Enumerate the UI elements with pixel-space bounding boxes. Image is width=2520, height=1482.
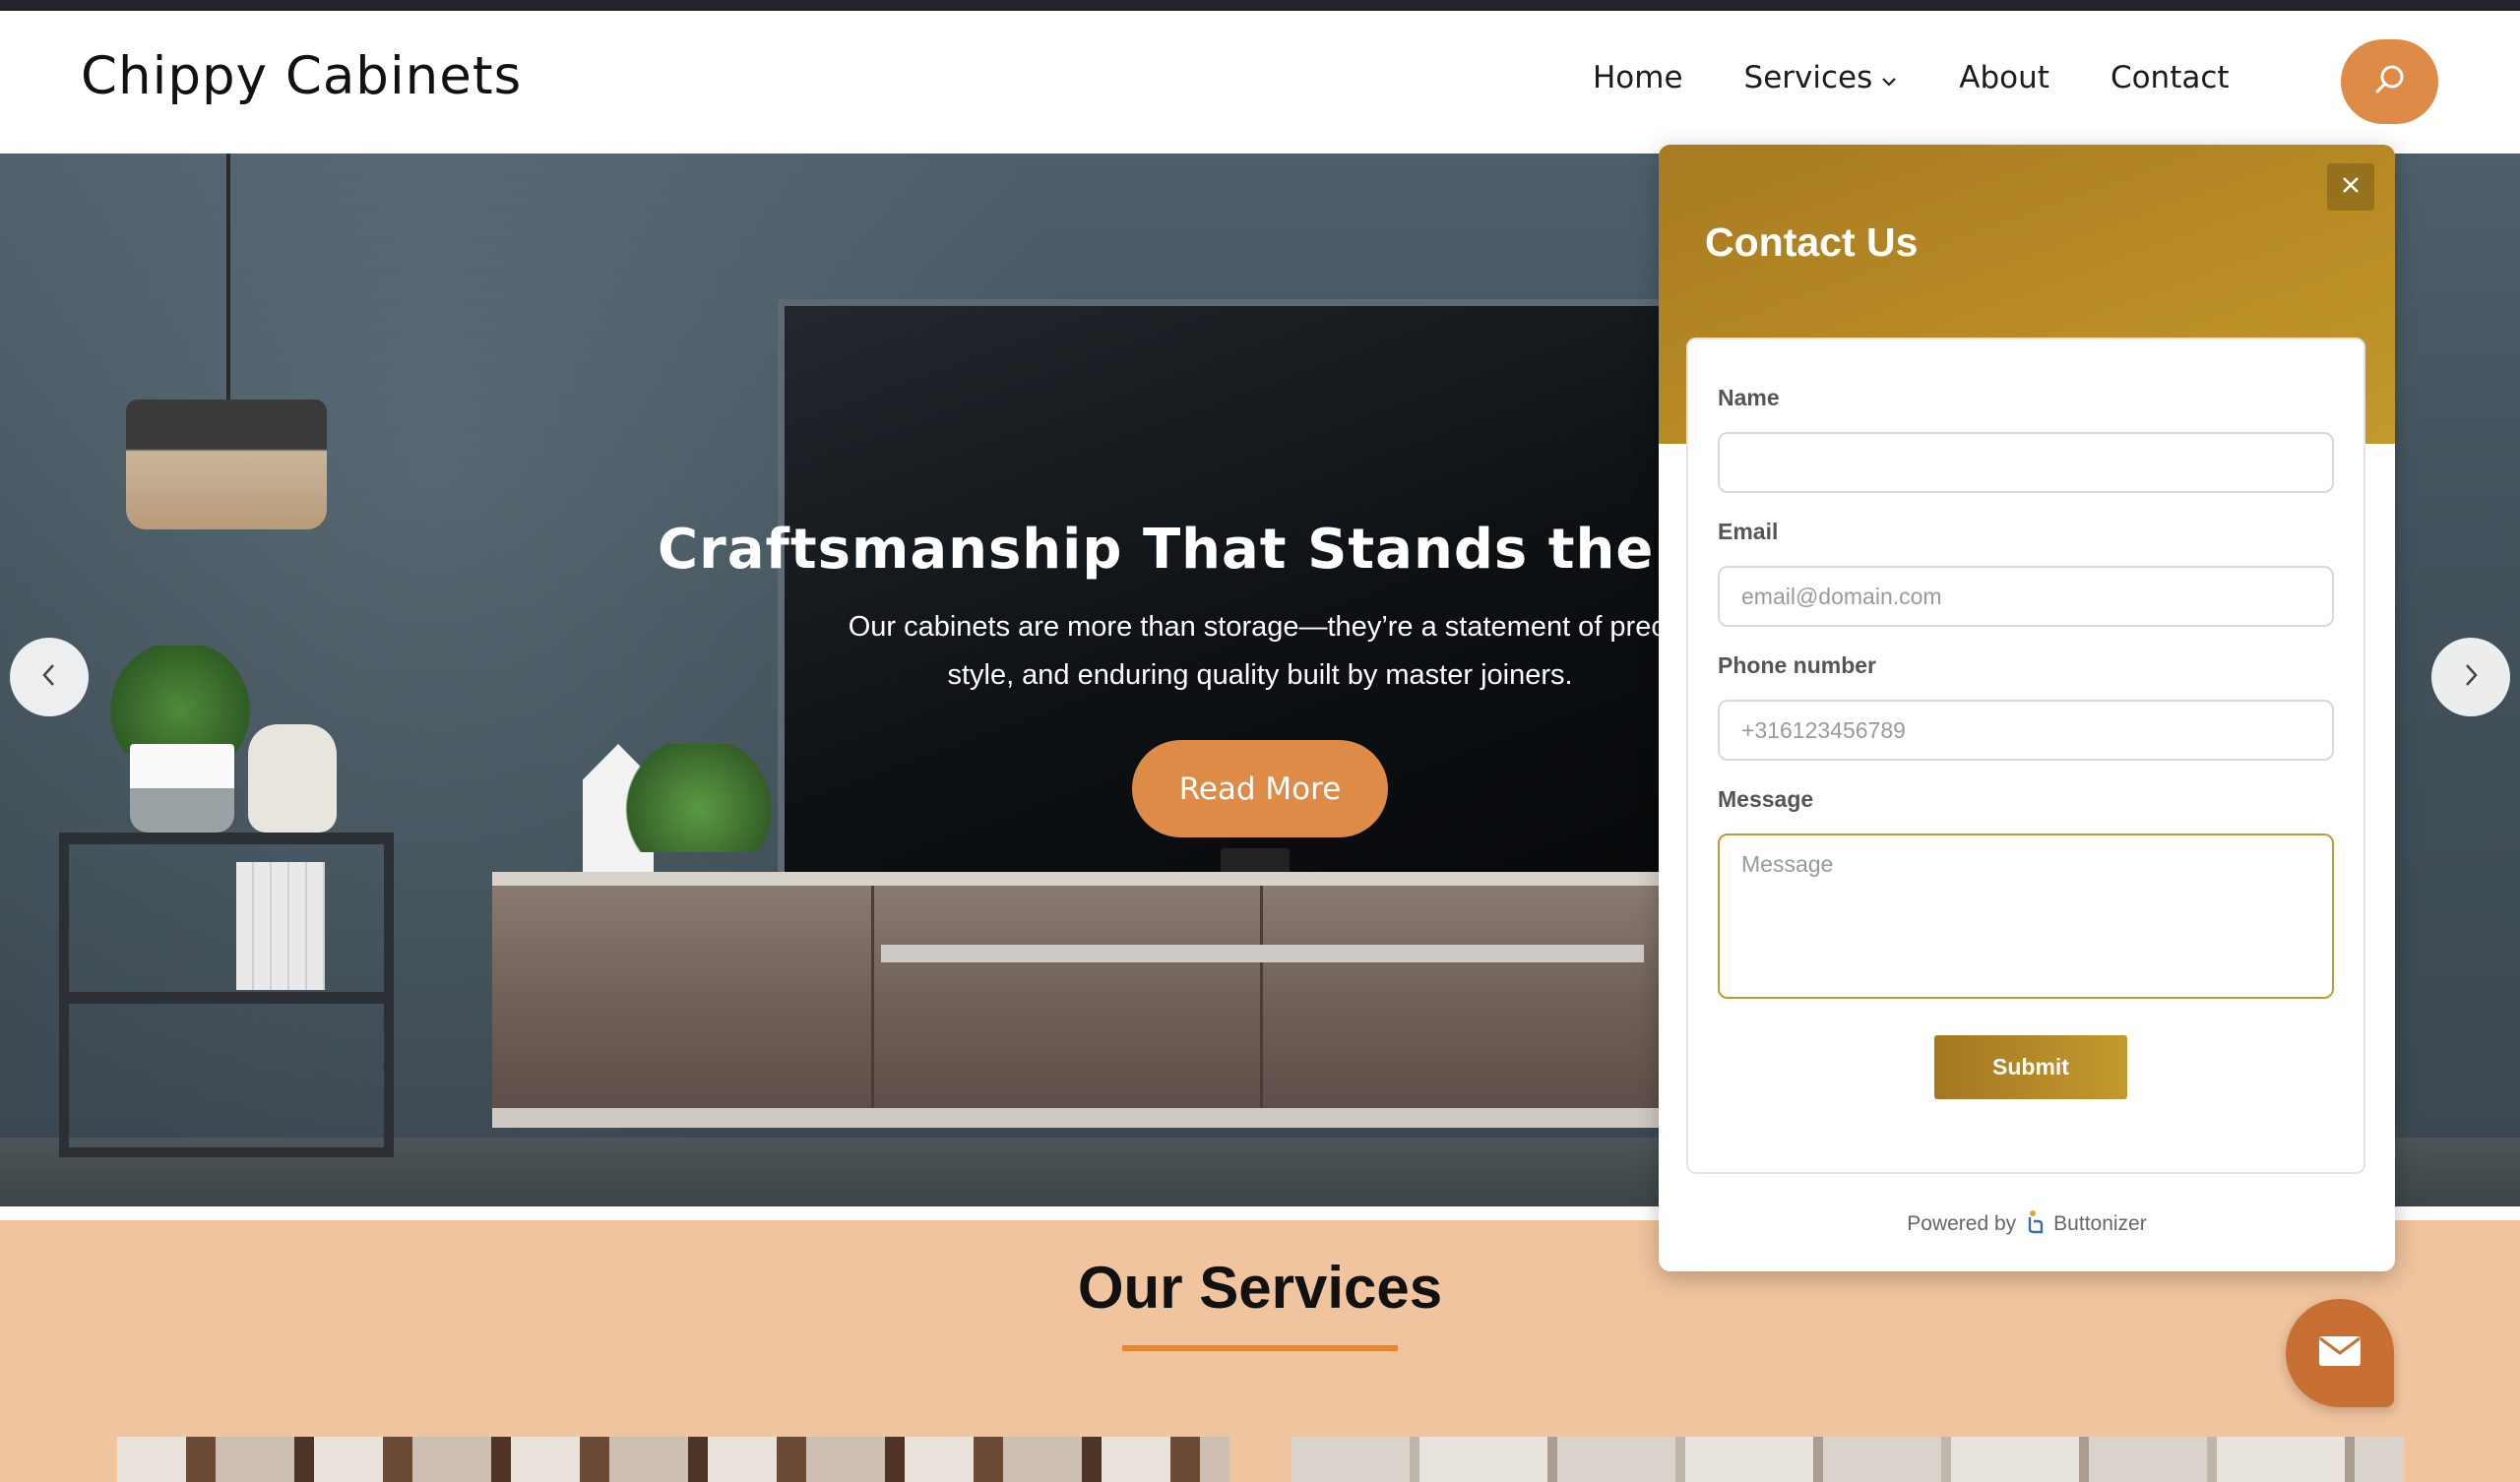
site-header: Chippy Cabinets Home Services About Cont… xyxy=(0,11,2520,154)
envelope-icon xyxy=(2318,1335,2362,1372)
title-underline xyxy=(1122,1345,1398,1351)
nav-item-about[interactable]: About xyxy=(1959,60,2049,95)
close-button[interactable] xyxy=(2327,163,2374,211)
nav-item-label: Home xyxy=(1593,60,1683,95)
email-label: Email xyxy=(1718,519,1779,544)
message-field[interactable] xyxy=(1718,834,2334,999)
email-field[interactable] xyxy=(1718,566,2334,627)
top-bar xyxy=(0,0,2520,11)
name-label: Name xyxy=(1718,385,1780,410)
powered-by-text: Powered by xyxy=(1907,1212,2017,1235)
cabinet-base xyxy=(492,1108,1772,1128)
service-image[interactable] xyxy=(117,1437,1229,1482)
chevron-right-icon xyxy=(2461,661,2481,694)
hero-title: Craftsmanship That Stands the Test xyxy=(658,518,1805,582)
nav-item-services[interactable]: Services xyxy=(1744,60,1899,95)
service-image[interactable] xyxy=(1292,1437,2404,1482)
site-logo[interactable]: Chippy Cabinets xyxy=(81,46,522,106)
tv-stand xyxy=(1221,848,1290,872)
powered-by[interactable]: Powered by Buttonizer xyxy=(1659,1207,2395,1241)
message-label: Message xyxy=(1718,786,1814,812)
nav-item-contact[interactable]: Contact xyxy=(2110,60,2230,95)
phone-field[interactable] xyxy=(1718,700,2334,761)
vase xyxy=(248,724,337,833)
contact-form: Name Email Phone number Message Submit xyxy=(1686,338,2365,1174)
close-icon xyxy=(2340,174,2362,201)
nav-item-label: Contact xyxy=(2110,60,2230,95)
page: Chippy Cabinets Home Services About Cont… xyxy=(0,0,2520,1482)
main-nav: Home Services About Contact xyxy=(1593,60,2291,95)
cabinet-divider xyxy=(871,886,874,1113)
nav-item-home[interactable]: Home xyxy=(1593,60,1683,95)
slider-next-button[interactable] xyxy=(2431,638,2510,716)
hero-subtitle: Our cabinets are more than storage—they’… xyxy=(848,611,1672,691)
popup-title: Contact Us xyxy=(1705,219,1919,265)
chevron-down-icon xyxy=(1880,60,1898,95)
nav-item-label: Services xyxy=(1743,60,1873,95)
shelf-divider xyxy=(59,992,394,1004)
submit-button[interactable]: Submit xyxy=(1934,1035,2127,1099)
pendant-lamp xyxy=(126,400,327,529)
search-button[interactable] xyxy=(2341,39,2438,124)
chevron-left-icon xyxy=(39,661,59,694)
search-icon xyxy=(2373,63,2407,101)
lamp-cord xyxy=(226,154,230,400)
nav-item-label: About xyxy=(1959,60,2049,95)
brand-name: Buttonizer xyxy=(2053,1212,2147,1235)
buttonizer-logo-icon xyxy=(2024,1207,2046,1241)
slider-prev-button[interactable] xyxy=(10,638,89,716)
plant xyxy=(620,744,778,852)
contact-form-popup: Contact Us Name Email Phone number Messa… xyxy=(1659,145,2395,1271)
read-more-button[interactable]: Read More xyxy=(1132,740,1388,837)
plant xyxy=(106,646,254,754)
books xyxy=(236,862,325,990)
name-field[interactable] xyxy=(1718,432,2334,493)
contact-fab-button[interactable] xyxy=(2286,1299,2394,1407)
phone-label: Phone number xyxy=(1718,652,1877,678)
cabinet-divider xyxy=(1260,886,1263,1113)
plant-pot xyxy=(130,744,234,833)
cabinet-image xyxy=(492,872,1772,1113)
cabinet-handle xyxy=(881,945,1644,962)
